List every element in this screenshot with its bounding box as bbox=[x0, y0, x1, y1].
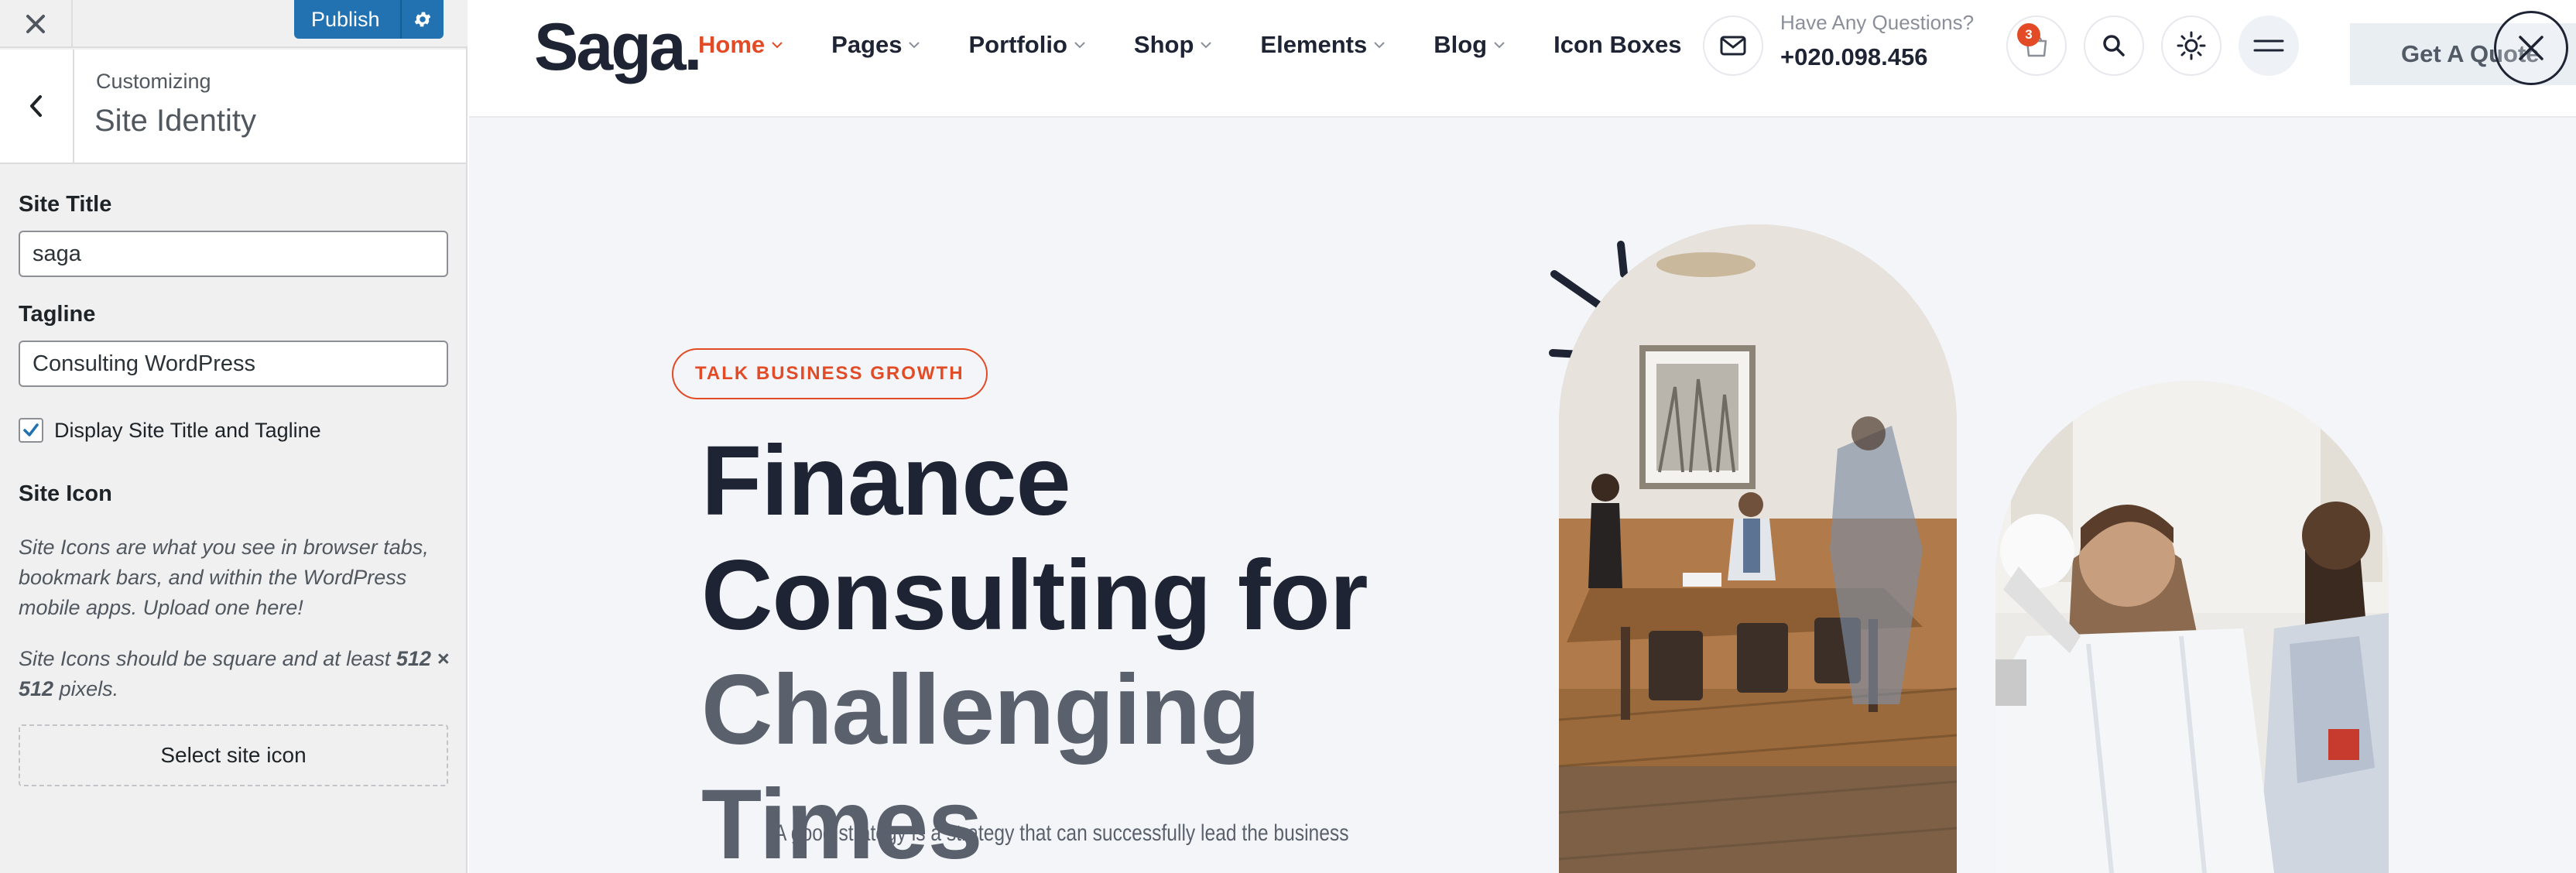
chevron-left-icon bbox=[30, 95, 42, 117]
hero-image-meeting bbox=[1995, 381, 2389, 873]
gear-icon bbox=[414, 12, 430, 27]
nav-item-blog[interactable]: Blog bbox=[1434, 31, 1506, 59]
cart-button[interactable] bbox=[2006, 15, 2067, 76]
nav-item-elements[interactable]: Elements bbox=[1260, 31, 1386, 59]
meeting-scene-illustration bbox=[1995, 381, 2389, 873]
nav-item-shop[interactable]: Shop bbox=[1134, 31, 1213, 59]
main-nav: Home Pages Portfolio Shop Elements Blog bbox=[698, 31, 1730, 59]
theme-toggle-button[interactable] bbox=[2161, 15, 2221, 76]
site-icon-size-note: Site Icons should be square and at least… bbox=[19, 644, 452, 704]
tagline-label: Tagline bbox=[19, 302, 96, 327]
chevron-down-icon bbox=[1074, 42, 1085, 49]
publish-group: Publish bbox=[294, 0, 444, 39]
hero-headline: Finance Consulting for Challenging Times bbox=[701, 424, 1475, 873]
close-icon bbox=[2519, 36, 2543, 60]
nav-item-pages[interactable]: Pages bbox=[831, 31, 920, 59]
site-logo[interactable]: Saga. bbox=[534, 9, 702, 86]
nav-item-label: Shop bbox=[1133, 31, 1194, 58]
nav-item-label: Pages bbox=[831, 31, 903, 58]
preview-close-button[interactable] bbox=[2494, 11, 2568, 85]
hero-image-office bbox=[1559, 224, 1957, 873]
site-preview: Saga. Home Pages Portfolio Shop Elements bbox=[469, 0, 2576, 873]
size-note-suffix: pixels. bbox=[53, 677, 119, 700]
headline-primary: Finance Consulting for bbox=[701, 426, 1368, 651]
nav-item-label: Portfolio bbox=[968, 31, 1067, 58]
customizer-close-button[interactable] bbox=[0, 0, 73, 48]
contact-question: Have Any Questions? bbox=[1780, 11, 1975, 34]
nav-item-label: Elements bbox=[1260, 31, 1368, 58]
tagline-input[interactable] bbox=[19, 341, 448, 387]
site-icon-heading: Site Icon bbox=[19, 481, 112, 506]
publish-settings-button[interactable] bbox=[402, 0, 444, 39]
mail-button[interactable] bbox=[1703, 15, 1763, 76]
back-button[interactable] bbox=[0, 50, 74, 163]
site-header: Saga. Home Pages Portfolio Shop Elements bbox=[469, 0, 2576, 118]
publish-button[interactable]: Publish bbox=[294, 0, 402, 39]
site-icon-description: Site Icons are what you see in browser t… bbox=[19, 536, 429, 619]
menu-icon bbox=[2253, 39, 2284, 52]
chevron-down-icon bbox=[909, 42, 920, 49]
hero-subtitle: A good strategy is a strategy that can s… bbox=[774, 820, 1349, 846]
mail-icon bbox=[1720, 36, 1746, 56]
menu-button[interactable] bbox=[2239, 15, 2299, 76]
close-icon bbox=[26, 15, 45, 33]
breadcrumb: Customizing bbox=[96, 70, 211, 93]
nav-item-icon-boxes[interactable]: Icon Boxes bbox=[1553, 31, 1681, 59]
search-button[interactable] bbox=[2084, 15, 2144, 76]
site-title-input[interactable] bbox=[19, 231, 448, 277]
nav-item-label: Icon Boxes bbox=[1553, 31, 1682, 58]
contact-phone[interactable]: +020.098.456 bbox=[1780, 43, 1928, 71]
site-title-label: Site Title bbox=[19, 192, 112, 217]
sun-icon bbox=[2177, 31, 2206, 60]
customizer-topbar: Publish bbox=[0, 0, 468, 48]
chevron-down-icon bbox=[1374, 42, 1385, 49]
display-title-checkbox-label[interactable]: Display Site Title and Tagline bbox=[54, 418, 321, 443]
chevron-down-icon bbox=[1494, 42, 1505, 49]
customizer-sidebar: Publish Customizing Site Identity Site T… bbox=[0, 0, 468, 873]
select-site-icon-button[interactable]: Select site icon bbox=[19, 724, 448, 786]
chevron-down-icon bbox=[772, 42, 783, 49]
size-note-prefix: Site Icons should be square and at least bbox=[19, 647, 396, 670]
hero-badge: TALK BUSINESS GROWTH bbox=[672, 348, 988, 399]
cart-count-badge: 3 bbox=[2017, 23, 2040, 46]
display-title-checkbox[interactable] bbox=[19, 418, 43, 443]
search-icon bbox=[2103, 35, 2125, 56]
chevron-down-icon bbox=[1201, 42, 1212, 49]
office-scene-illustration bbox=[1559, 224, 1957, 873]
nav-item-home[interactable]: Home bbox=[698, 31, 783, 59]
section-header: Customizing Site Identity bbox=[0, 50, 466, 164]
checkmark-icon bbox=[23, 423, 39, 436]
section-title: Site Identity bbox=[94, 104, 257, 138]
nav-item-label: Home bbox=[698, 31, 766, 58]
nav-item-portfolio[interactable]: Portfolio bbox=[968, 31, 1085, 59]
nav-item-label: Blog bbox=[1434, 31, 1488, 58]
